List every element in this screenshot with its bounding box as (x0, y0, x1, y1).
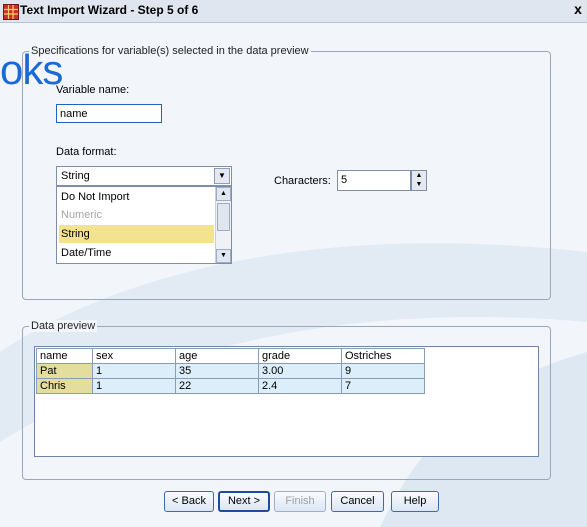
table-cell: 7 (341, 378, 425, 394)
characters-input[interactable]: 5 (337, 170, 411, 191)
next-button[interactable]: Next > (218, 491, 270, 512)
column-header-age[interactable]: age (175, 348, 259, 364)
cancel-button[interactable]: Cancel (331, 491, 384, 512)
table-cell: 35 (175, 363, 259, 379)
variable-name-label: Variable name: (56, 84, 130, 96)
table-row: Pat 1 35 3.00 9 (36, 363, 425, 379)
dropdown-option-numeric: Numeric (61, 209, 102, 221)
data-format-dropdown-list: Do Not Import Numeric String Date/Time ▲… (56, 186, 232, 264)
table-cell: 2.4 (258, 378, 342, 394)
variable-name-input[interactable] (56, 104, 162, 123)
chevron-down-icon[interactable]: ▼ (214, 168, 230, 184)
column-header-sex[interactable]: sex (92, 348, 176, 364)
window-title: Text Import Wizard - Step 5 of 6 (20, 3, 199, 17)
dropdown-option-date-time[interactable]: Date/Time (59, 244, 214, 262)
help-button[interactable]: Help (391, 491, 439, 512)
table-cell: Pat (36, 363, 93, 379)
text-import-wizard-window: Text Import Wizard - Step 5 of 6 x oks S… (0, 0, 587, 527)
scroll-thumb[interactable] (217, 203, 230, 231)
data-format-label: Data format: (56, 146, 117, 158)
spss-grid-icon (3, 4, 19, 20)
title-bar: Text Import Wizard - Step 5 of 6 x (0, 0, 587, 23)
table-row: Chris 1 22 2.4 7 (36, 378, 425, 394)
characters-label: Characters: (274, 175, 331, 187)
data-preview-legend: Data preview (29, 320, 98, 332)
table-cell: Chris (36, 378, 93, 394)
dropdown-option-string[interactable]: String (59, 225, 214, 243)
close-button[interactable]: x (569, 0, 587, 18)
data-format-combobox[interactable]: String ▼ (56, 166, 232, 186)
dropdown-option-do-not-import[interactable]: Do Not Import (59, 188, 214, 206)
scroll-up-arrow-icon[interactable]: ▲ (216, 187, 231, 201)
column-header-grade[interactable]: grade (258, 348, 342, 364)
data-preview-grid[interactable]: name sex age grade Ostriches Pat 1 35 3.… (34, 346, 539, 457)
table-cell: 22 (175, 378, 259, 394)
table-cell: 1 (92, 363, 176, 379)
characters-spinner[interactable]: ▲ ▼ (411, 170, 427, 191)
column-header-name[interactable]: name (36, 348, 93, 364)
scroll-down-arrow-icon[interactable]: ▼ (216, 249, 231, 263)
data-preview-table: name sex age grade Ostriches Pat 1 35 3.… (36, 348, 425, 394)
spin-up-arrow-icon[interactable]: ▲ (412, 171, 426, 180)
column-header-ostriches[interactable]: Ostriches (341, 348, 425, 364)
data-format-selected-value: String (61, 170, 90, 182)
table-cell: 3.00 (258, 363, 342, 379)
finish-button: Finish (274, 491, 326, 512)
dropdown-scrollbar[interactable]: ▲ ▼ (215, 187, 231, 263)
specifications-legend: Specifications for variable(s) selected … (29, 45, 311, 57)
table-cell: 9 (341, 363, 425, 379)
spin-down-arrow-icon[interactable]: ▼ (412, 180, 426, 189)
table-header-row: name sex age grade Ostriches (36, 348, 425, 364)
table-cell: 1 (92, 378, 176, 394)
back-button[interactable]: < Back (164, 491, 214, 512)
